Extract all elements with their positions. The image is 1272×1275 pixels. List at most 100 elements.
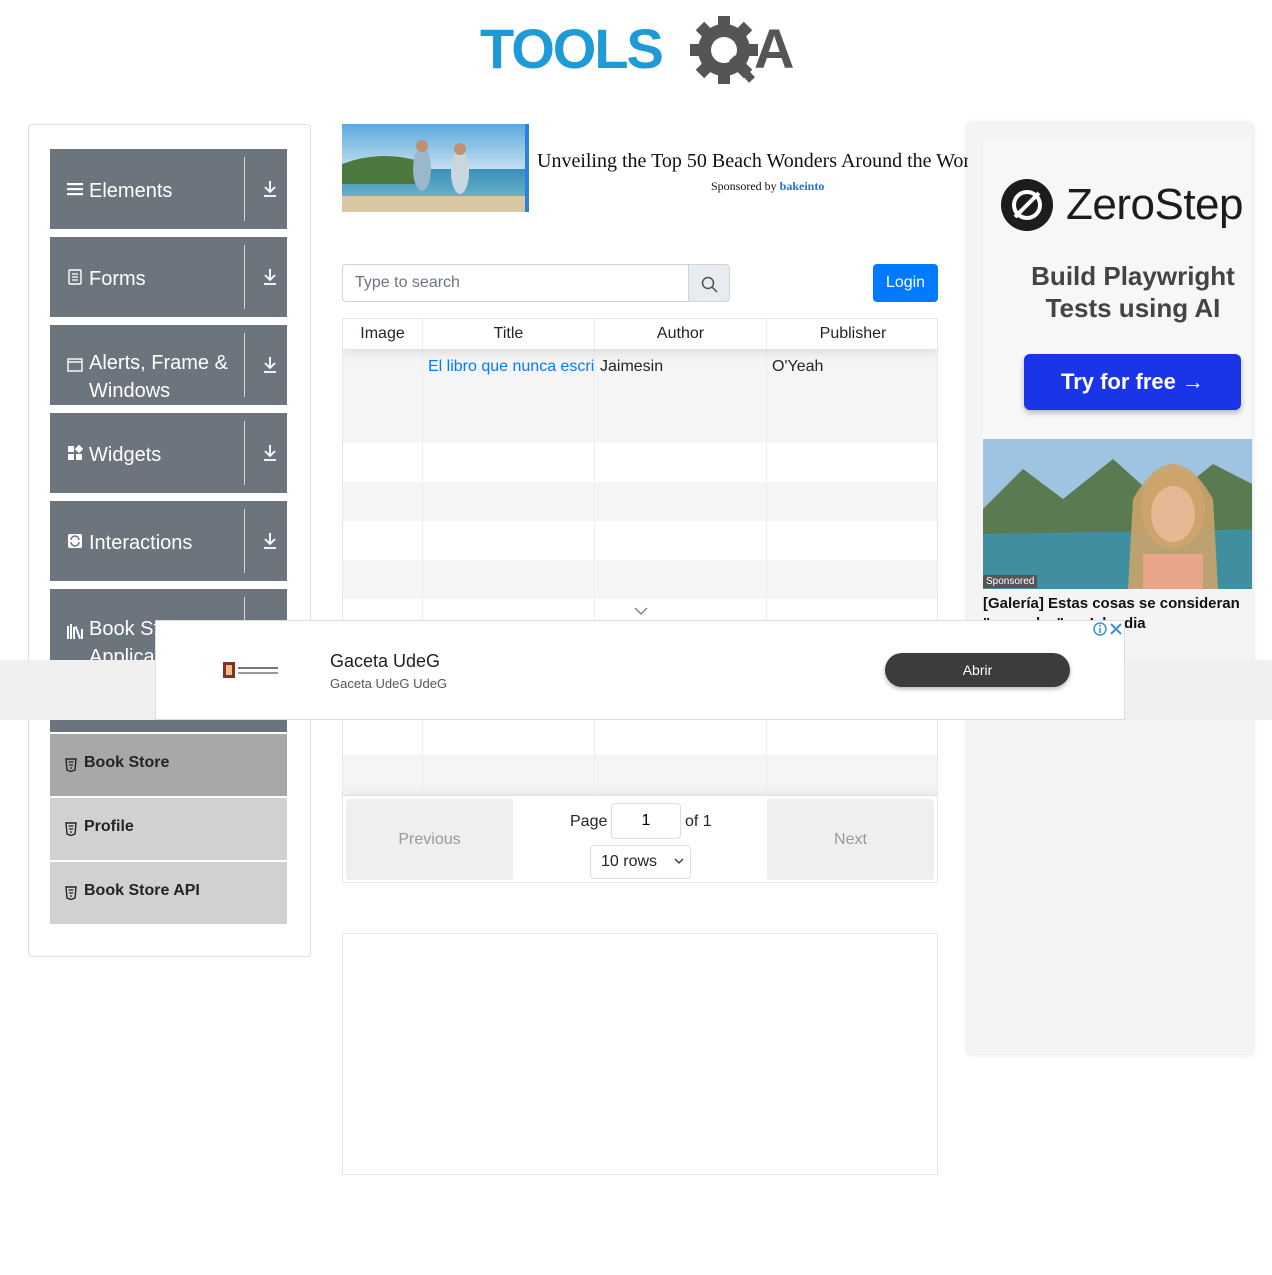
toolsqa-logo[interactable]: TOOLS A	[478, 14, 808, 94]
download-icon[interactable]	[262, 268, 278, 286]
cell	[423, 521, 595, 560]
bottom-ad-slot	[342, 933, 938, 1175]
open-button[interactable]: Abrir	[885, 653, 1070, 687]
sidebar-item-profile[interactable]: Profile	[50, 798, 287, 860]
rows-per-page-select[interactable]: 10 rows	[590, 845, 691, 879]
download-icon[interactable]	[262, 532, 278, 550]
sponsored-badge: Sponsored	[983, 575, 1038, 588]
cell	[343, 716, 423, 755]
group-alerts-frame-windows[interactable]: Alerts, Frame & Windows	[50, 325, 287, 405]
left-panel: Elements Forms Alerts, Frame & Windows W…	[28, 124, 311, 957]
column-header-title[interactable]: Title	[423, 319, 595, 349]
zerostep-logo-icon	[1001, 179, 1053, 231]
cell	[423, 755, 595, 794]
html5-icon	[65, 886, 77, 900]
column-header-author[interactable]: Author	[595, 319, 767, 349]
cell	[595, 560, 767, 599]
search-button[interactable]	[688, 264, 730, 302]
download-icon[interactable]	[262, 444, 278, 462]
cell	[343, 482, 423, 521]
group-label: Elements	[89, 180, 173, 202]
window-icon	[67, 358, 83, 372]
ad-headline[interactable]: Unveiling the Top 50 Beach Wonders Aroun…	[537, 150, 969, 173]
table-row	[343, 560, 937, 599]
cell-publisher: O'Yeah	[772, 358, 824, 375]
zerostep-tagline: Build Playwright Tests using AI	[1031, 261, 1235, 323]
cell	[343, 755, 423, 794]
cell	[423, 443, 595, 482]
sidebar-item-label: Book Store API	[84, 882, 200, 899]
group-label: Interactions	[89, 532, 193, 554]
cell	[343, 521, 423, 560]
try-for-free-button[interactable]: Try for free →	[1024, 354, 1241, 410]
books-icon	[67, 624, 83, 639]
divider	[244, 421, 245, 485]
svg-text:A: A	[754, 17, 794, 80]
sticky-banner-ad[interactable]: Gaceta UdeG Gaceta UdeG UdeG Abrir	[155, 620, 1125, 720]
cell-author: Jaimesin	[595, 349, 767, 443]
sidebar-item-label: Profile	[84, 818, 134, 835]
pagination: Previous Page of 1 10 rows Next	[343, 794, 937, 882]
group-widgets[interactable]: Widgets	[50, 413, 287, 493]
menu-icon	[67, 183, 83, 196]
cell	[595, 521, 767, 560]
search-icon	[701, 276, 718, 293]
top-ad-banner[interactable]: Unveiling the Top 50 Beach Wonders Aroun…	[342, 124, 969, 212]
ad-sponsored: Sponsored by bakeinto	[711, 179, 824, 194]
next-button[interactable]: Next	[767, 799, 934, 880]
divider	[244, 333, 245, 397]
group-elements[interactable]: Elements	[50, 149, 287, 229]
download-icon[interactable]	[262, 180, 278, 198]
widgets-icon	[68, 445, 83, 460]
login-button[interactable]: Login	[873, 264, 938, 302]
group-label: Widgets	[89, 444, 162, 466]
page-number-input[interactable]	[611, 803, 681, 839]
zerostep-ad[interactable]: ZeroStep Build Playwright Tests using AI…	[983, 138, 1252, 440]
zerostep-brand: ZeroStep	[1066, 180, 1243, 229]
table-row	[343, 482, 937, 521]
books-table: Image Title Author Publisher El libro qu…	[342, 318, 938, 883]
download-icon[interactable]	[262, 356, 278, 374]
table-row	[343, 755, 937, 794]
search-box	[342, 264, 730, 302]
table-row	[343, 443, 937, 482]
column-header-publisher[interactable]: Publisher	[767, 319, 937, 349]
book-title-link[interactable]: El libro que nunca escribí	[428, 358, 594, 375]
right-ad: ZeroStep Build Playwright Tests using AI…	[968, 124, 1252, 1054]
sidebar-item-book-store-api[interactable]: Book Store API	[50, 862, 287, 924]
html5-icon	[65, 758, 77, 772]
udeg-logo	[223, 662, 278, 678]
sidebar-item-book-store[interactable]: Book Store	[50, 734, 287, 796]
banner-subtitle: Gaceta UdeG UdeG	[330, 676, 448, 691]
rows-per-page-value: 10 rows	[601, 853, 658, 870]
column-header-image[interactable]: Image	[343, 319, 423, 349]
interactions-icon	[68, 534, 82, 548]
ad-choices-icon[interactable]	[1092, 621, 1124, 637]
form-icon	[68, 269, 82, 285]
divider	[244, 509, 245, 573]
sponsor-name[interactable]: bakeinto	[780, 179, 825, 193]
gallery-ad-image[interactable]	[983, 439, 1252, 589]
cell	[595, 755, 767, 794]
group-forms[interactable]: Forms	[50, 237, 287, 317]
svg-text:TOOLS: TOOLS	[480, 17, 663, 80]
table-row	[343, 521, 937, 560]
sidebar-item-label: Book Store	[84, 754, 170, 771]
table-row	[343, 716, 937, 755]
search-input[interactable]	[342, 264, 688, 302]
cell-image	[343, 349, 423, 443]
cell	[595, 716, 767, 755]
group-label: Alerts, Frame & Windows	[89, 352, 228, 402]
divider	[244, 245, 245, 309]
previous-button[interactable]: Previous	[346, 799, 513, 880]
group-interactions[interactable]: Interactions	[50, 501, 287, 581]
table-row: El libro que nunca escribí Jaimesin O'Ye…	[343, 349, 937, 443]
cell	[343, 443, 423, 482]
cell	[343, 560, 423, 599]
beach-ad-image	[342, 124, 525, 212]
cell-title: El libro que nunca escribí	[423, 349, 595, 443]
cell	[423, 560, 595, 599]
html5-icon	[65, 822, 77, 836]
header: TOOLS A	[0, 0, 1272, 100]
divider	[244, 157, 245, 221]
